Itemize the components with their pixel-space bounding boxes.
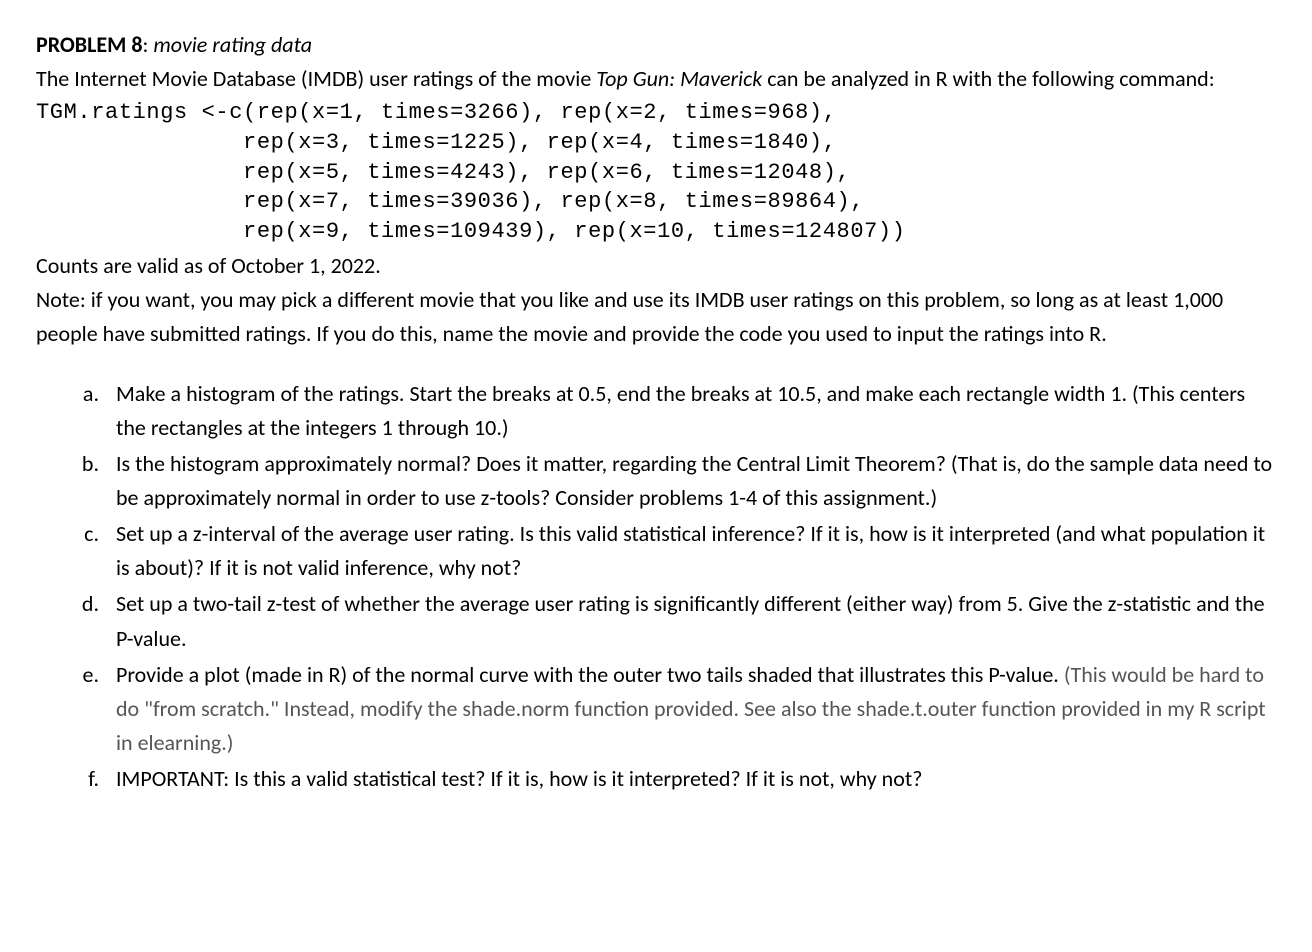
- question-a-text: Make a histogram of the ratings. Start t…: [116, 380, 1245, 441]
- intro-movie: Top Gun: Maverick: [596, 65, 762, 92]
- header-sep: :: [142, 31, 153, 58]
- problem-subtitle: movie rating data: [153, 31, 312, 58]
- question-d: Set up a two-tail z-test of whether the …: [104, 587, 1276, 655]
- question-c: Set up a z-interval of the average user …: [104, 517, 1276, 585]
- problem-label: PROBLEM 8: [36, 31, 142, 58]
- question-list: Make a histogram of the ratings. Start t…: [36, 377, 1276, 796]
- question-e-main: Provide a plot (made in R) of the normal…: [116, 661, 1064, 688]
- r-code-block: TGM.ratings <-c(rep(x=1, times=3266), re…: [36, 98, 1276, 246]
- alternate-movie-note: Note: if you want, you may pick a differ…: [36, 283, 1276, 351]
- intro-after: can be analyzed in R with the following …: [762, 65, 1214, 92]
- question-b: Is the histogram approximately normal? D…: [104, 447, 1276, 515]
- question-b-text: Is the histogram approximately normal? D…: [116, 450, 1272, 511]
- question-e: Provide a plot (made in R) of the normal…: [104, 658, 1276, 760]
- counts-validity: Counts are valid as of October 1, 2022.: [36, 249, 1276, 283]
- question-f: IMPORTANT: Is this a valid statistical t…: [104, 762, 1276, 796]
- question-a: Make a histogram of the ratings. Start t…: [104, 377, 1276, 445]
- intro-paragraph: The Internet Movie Database (IMDB) user …: [36, 62, 1276, 96]
- question-f-text: IMPORTANT: Is this a valid statistical t…: [116, 765, 922, 792]
- question-d-text: Set up a two-tail z-test of whether the …: [116, 590, 1265, 651]
- problem-header: PROBLEM 8: movie rating data: [36, 28, 1276, 62]
- intro-before: The Internet Movie Database (IMDB) user …: [36, 65, 596, 92]
- question-c-text: Set up a z-interval of the average user …: [116, 520, 1265, 581]
